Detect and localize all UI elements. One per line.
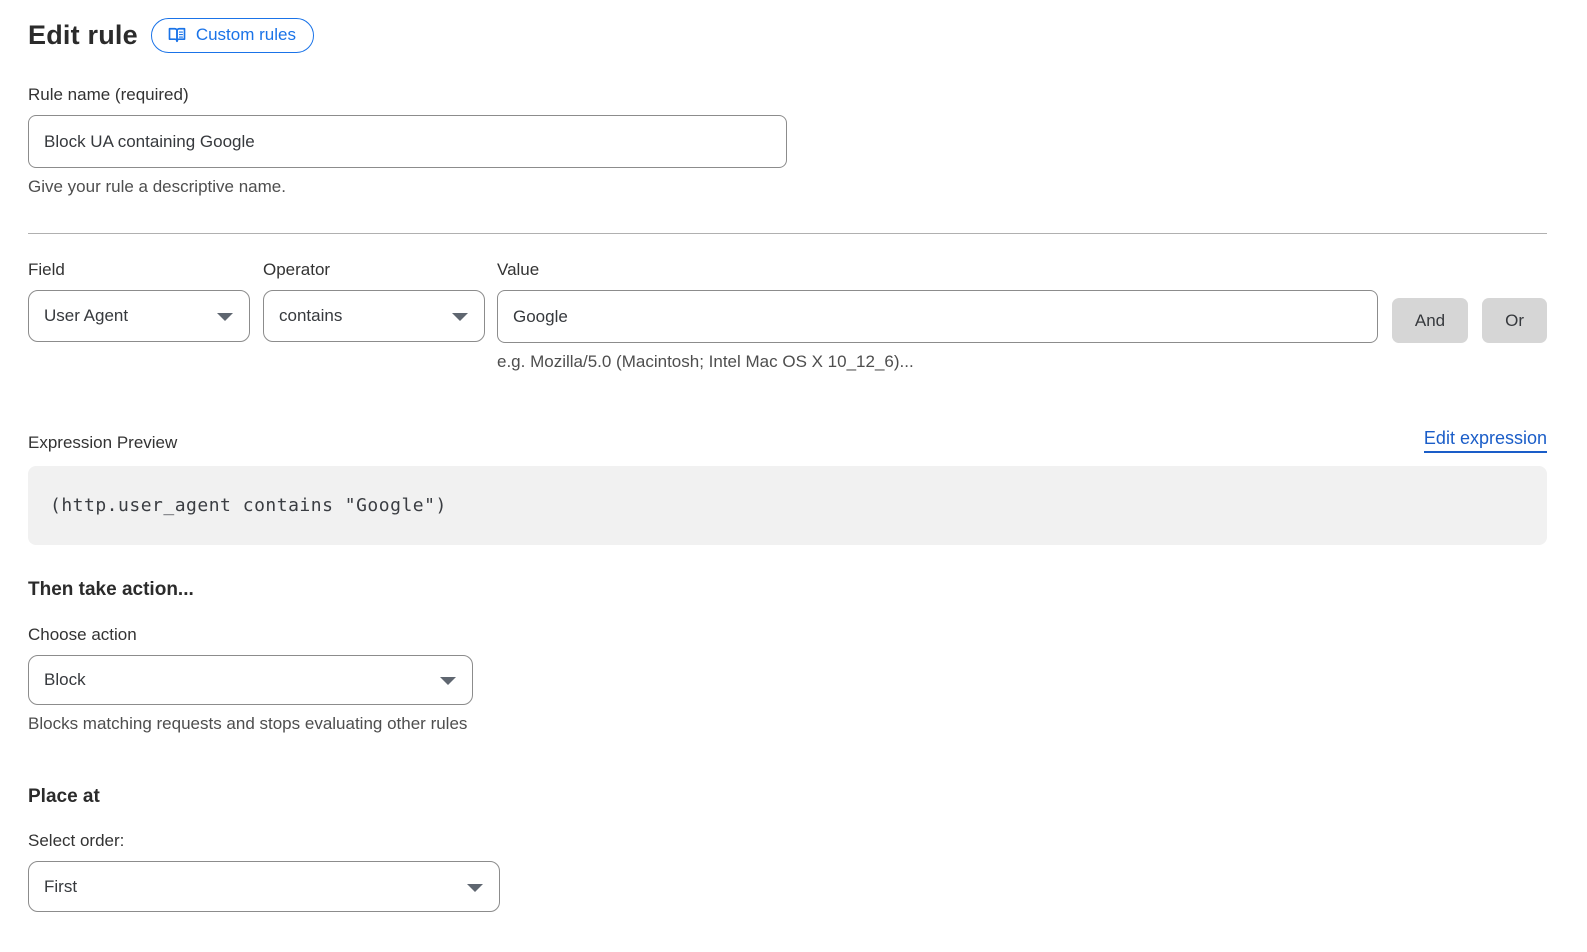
expression-code-box: (http.user_agent contains "Google") (28, 466, 1547, 545)
expression-preview-label: Expression Preview (28, 433, 177, 453)
edit-rule-form: Edit rule Custom rules Rule name (requir… (28, 18, 1547, 912)
open-book-icon (167, 25, 187, 45)
expression-code: (http.user_agent contains "Google") (50, 495, 447, 516)
operator-group: Operator contains (263, 260, 485, 342)
select-order-label: Select order: (28, 831, 1547, 851)
placement-section: Place at Select order: First (28, 786, 1547, 912)
operator-select-value: contains (279, 306, 342, 326)
place-at-heading: Place at (28, 786, 1547, 808)
field-group: Field User Agent (28, 260, 250, 342)
or-button[interactable]: Or (1482, 298, 1547, 343)
value-help: e.g. Mozilla/5.0 (Macintosh; Intel Mac O… (497, 352, 1378, 372)
expression-section: Expression Preview Edit expression (http… (28, 428, 1547, 545)
condition-row: Field User Agent Operator contains Value… (28, 260, 1547, 372)
rule-name-help: Give your rule a descriptive name. (28, 177, 1547, 197)
field-label: Field (28, 260, 250, 280)
chevron-down-icon (217, 313, 233, 321)
operator-select[interactable]: contains (263, 290, 485, 342)
rule-name-group: Rule name (required) Give your rule a de… (28, 85, 1547, 197)
expression-header: Expression Preview Edit expression (28, 428, 1547, 453)
action-section: Then take action... Choose action Block … (28, 579, 1547, 734)
and-button[interactable]: And (1392, 298, 1468, 343)
section-divider (28, 233, 1547, 234)
action-select-value: Block (44, 670, 86, 690)
custom-rules-docs-button[interactable]: Custom rules (151, 18, 314, 53)
rule-name-input[interactable] (28, 115, 787, 168)
chevron-down-icon (452, 313, 468, 321)
value-group: Value e.g. Mozilla/5.0 (Macintosh; Intel… (497, 260, 1378, 372)
page-title: Edit rule (28, 20, 138, 51)
andor-buttons: And Or (1392, 260, 1547, 343)
edit-expression-link[interactable]: Edit expression (1424, 428, 1547, 453)
order-select-value: First (44, 877, 77, 897)
choose-action-label: Choose action (28, 625, 1547, 645)
order-select[interactable]: First (28, 861, 500, 912)
value-input[interactable] (497, 290, 1378, 343)
rule-name-label: Rule name (required) (28, 85, 1547, 105)
page-header: Edit rule Custom rules (28, 18, 1547, 53)
field-select-value: User Agent (44, 306, 128, 326)
action-select[interactable]: Block (28, 655, 473, 705)
chevron-down-icon (440, 677, 456, 685)
value-label: Value (497, 260, 1378, 280)
operator-label: Operator (263, 260, 485, 280)
field-select[interactable]: User Agent (28, 290, 250, 342)
action-heading: Then take action... (28, 579, 1547, 601)
custom-rules-label: Custom rules (196, 25, 296, 45)
action-help: Blocks matching requests and stops evalu… (28, 714, 1547, 734)
chevron-down-icon (467, 884, 483, 892)
